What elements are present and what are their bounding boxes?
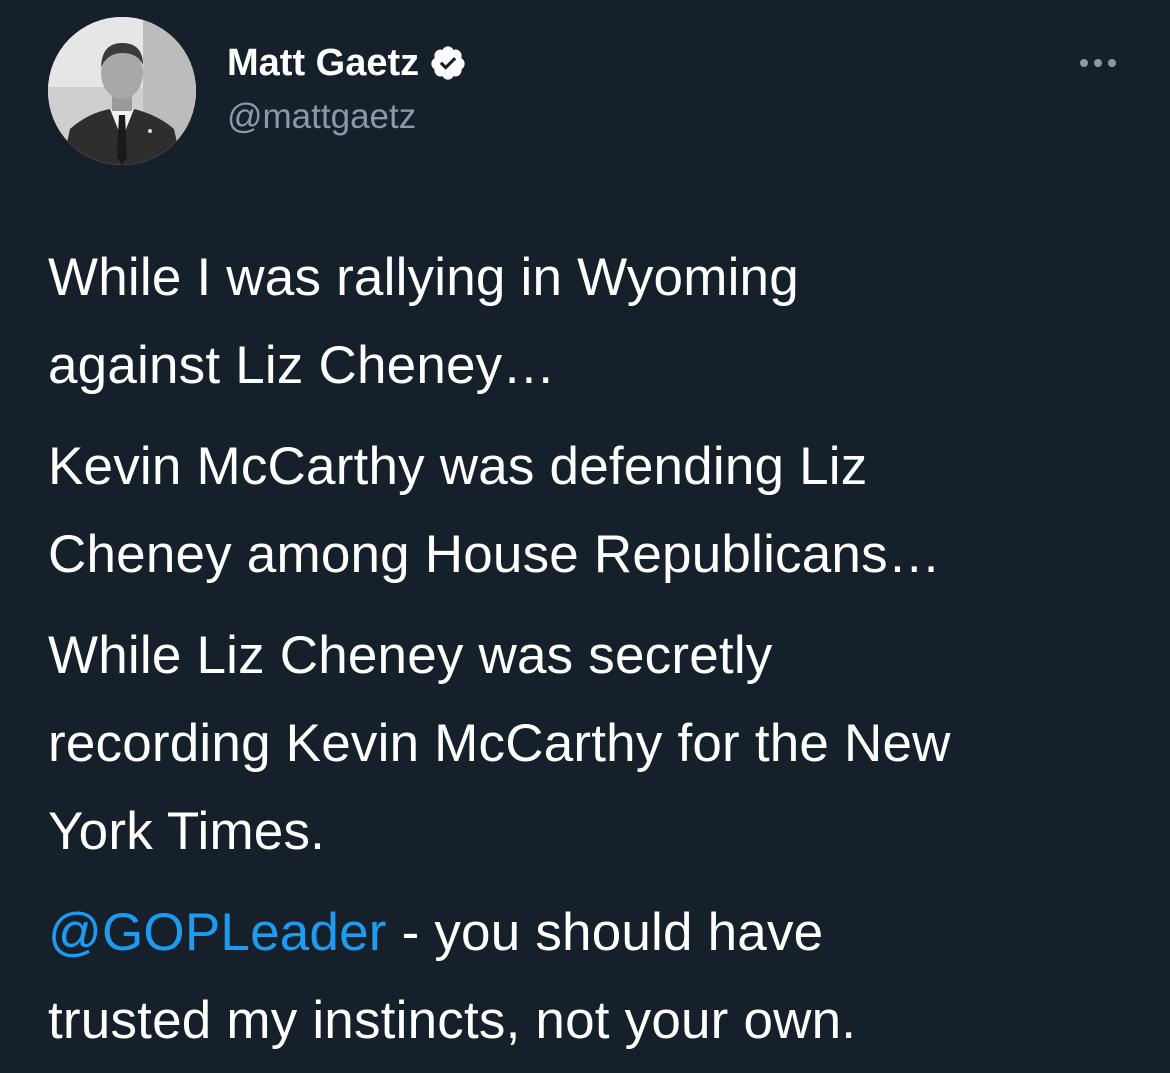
author-handle[interactable]: @mattgaetz — [227, 95, 416, 139]
more-options-icon — [1108, 59, 1116, 67]
tweet-paragraph: @GOPLeader - you should have trusted my … — [48, 889, 1138, 1065]
more-options-button[interactable] — [1068, 48, 1128, 78]
avatar[interactable] — [48, 17, 196, 165]
tweet-line: York Times. — [48, 802, 326, 861]
tweet-line: While Liz Cheney was secretly — [48, 626, 773, 685]
tweet-paragraph: Kevin McCarthy was defending Liz Cheney … — [48, 423, 1138, 599]
tweet-line: against Liz Cheney… — [48, 336, 556, 395]
more-options-icon — [1080, 59, 1088, 67]
author-name-row[interactable]: Matt Gaetz — [227, 40, 467, 86]
tweet-line: Cheney among House Republicans… — [48, 525, 941, 584]
mention-link[interactable]: @GOPLeader — [48, 903, 387, 962]
tweet-line-text: - you should have — [386, 903, 824, 962]
tweet-paragraph: While I was rallying in Wyoming against … — [48, 234, 1138, 410]
tweet-text: While I was rallying in Wyoming against … — [48, 234, 1138, 1065]
tweet-line: Kevin McCarthy was defending Liz — [48, 437, 868, 496]
tweet-line: recording Kevin McCarthy for the New — [48, 714, 951, 773]
tweet-line: trusted my instincts, not your own. — [48, 991, 857, 1050]
tweet-line: While I was rallying in Wyoming — [48, 248, 799, 307]
profile-photo — [48, 17, 196, 165]
tweet-line: @GOPLeader - you should have — [48, 889, 1138, 977]
tweet: Matt Gaetz @mattgaetz While I was rallyi… — [0, 0, 1170, 1073]
verified-badge-icon — [429, 44, 467, 82]
tweet-paragraph: While Liz Cheney was secretly recording … — [48, 612, 1138, 876]
display-name[interactable]: Matt Gaetz — [227, 40, 419, 86]
more-options-icon — [1094, 59, 1102, 67]
